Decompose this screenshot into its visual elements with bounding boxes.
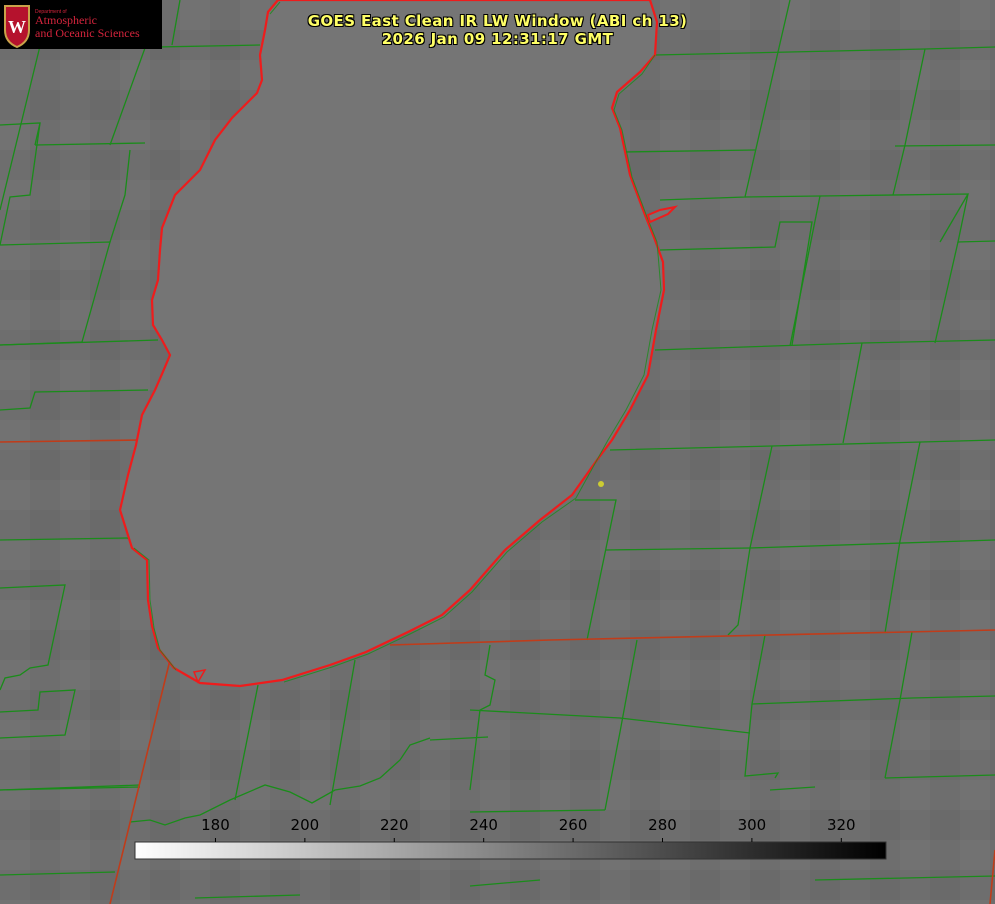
- colorbar-tick-label: 280: [648, 816, 677, 834]
- satellite-image: 180 200 220 240 260 280 300 320 W Department of…: [0, 0, 995, 904]
- colorbar-tick-label: 260: [559, 816, 588, 834]
- colorbar-gradient: [134, 841, 887, 860]
- colorbar-tick-label: 240: [469, 816, 498, 834]
- location-marker: [598, 481, 604, 487]
- colorbar-tick-label: 200: [291, 816, 320, 834]
- colorbar-tick-label: 300: [738, 816, 767, 834]
- colorbar-tick-label: 180: [201, 816, 230, 834]
- colorbar-tick-label: 220: [380, 816, 409, 834]
- map-canvas: 180 200 220 240 260 280 300 320: [0, 0, 995, 904]
- image-title: GOES East Clean IR LW Window (ABI ch 13): [307, 12, 688, 30]
- colorbar-tick-label: 320: [827, 816, 856, 834]
- image-timestamp: 2026 Jan 09 12:31:17 GMT: [381, 30, 614, 48]
